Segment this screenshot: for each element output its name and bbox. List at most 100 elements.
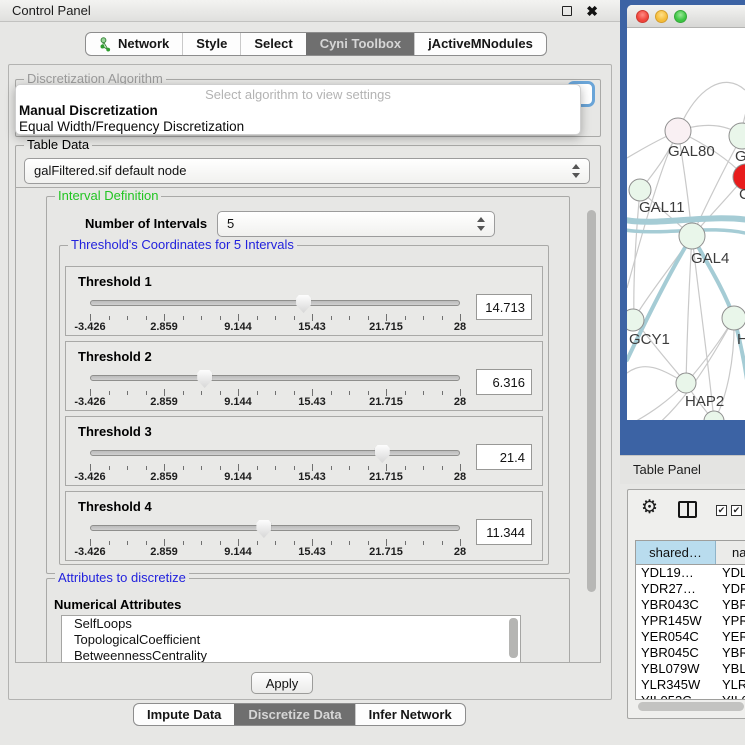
columns-icon[interactable] [678,501,697,518]
tab-jactivemnodules[interactable]: jActiveMNodules [414,33,546,55]
network-window-titlebar[interactable] [627,5,745,28]
network-edge-thick[interactable] [627,218,745,221]
attribute-list-item[interactable]: TopologicalCoefficient [62,632,520,648]
table-row[interactable]: YBR045CYBR0 [636,645,745,661]
tick-label: 2.859 [150,396,178,408]
checkbox-icon[interactable]: ✔ [716,505,727,516]
dropdown-option-equal-width-frequency[interactable]: Equal Width/Frequency Discretization [16,119,580,135]
table-data-combobox[interactable]: galFiltered.sif default node [24,158,590,184]
threshold-slider[interactable]: -3.4262.8599.14415.4321.71528 [90,367,460,405]
control-panel: Control Panel ✖ NetworkStyleSelectCyni T… [0,0,620,745]
network-node-g[interactable] [729,123,745,149]
tab-label: Cyni Toolbox [320,33,401,55]
node-attribute-table[interactable]: shared… na YDL19…YDL1YDR27…YDR2YBR043CYB… [635,540,745,700]
slider-track[interactable] [90,450,460,456]
number-of-intervals-combobox[interactable]: 5 [217,211,495,237]
table-row[interactable]: YIL052CYIL0 [636,693,745,700]
cell-name[interactable]: YDL1 [716,565,745,581]
cell-name[interactable]: YBL0 [716,661,745,677]
threshold-value-input[interactable] [476,294,532,320]
table-row[interactable]: YBL079WYBL0 [636,661,745,677]
slider-track[interactable] [90,300,460,306]
tick-mark [368,466,369,470]
tab-impute-data[interactable]: Impute Data [134,704,234,725]
tab-cyni-toolbox[interactable]: Cyni Toolbox [306,33,414,55]
slider-thumb[interactable] [296,295,311,313]
table-row[interactable]: YER054CYER0 [636,629,745,645]
cell-shared-name[interactable]: YBR043C [636,597,716,613]
tick-label: 15.43 [298,396,326,408]
slider-thumb[interactable] [197,370,212,388]
cell-shared-name[interactable]: YLR345W [636,677,716,693]
cell-shared-name[interactable]: YDR27… [636,581,716,597]
attribute-list-item[interactable]: BetweennessCentrality [62,648,520,663]
horizontal-scrollbar-thumb[interactable] [638,702,744,711]
cell-shared-name[interactable]: YBL079W [636,661,716,677]
tick-mark [423,316,424,320]
slider-track[interactable] [90,375,460,381]
tab-select[interactable]: Select [240,33,305,55]
tab-discretize-data[interactable]: Discretize Data [234,704,354,725]
table-row[interactable]: YDR27…YDR2 [636,581,745,597]
slider-thumb[interactable] [375,445,390,463]
threshold-value-input[interactable] [476,369,532,395]
cell-name[interactable]: YIL0 [716,693,745,700]
attribute-list-item[interactable]: SelfLoops [62,616,520,632]
table-row[interactable]: YLR345WYLR3 [636,677,745,693]
apply-button[interactable]: Apply [251,672,313,694]
cell-name[interactable]: YDR2 [716,581,745,597]
dropdown-option-manual-discretization[interactable]: Manual Discretization [16,103,580,119]
close-traffic-light-icon[interactable] [636,10,649,23]
cell-name[interactable]: YBR0 [716,597,745,613]
threshold-slider[interactable]: -3.4262.8599.14415.4321.71528 [90,442,460,480]
cell-name[interactable]: YPR1 [716,613,745,629]
list-scrollbar-thumb[interactable] [509,618,518,658]
column-header-shared-name[interactable]: shared… [636,541,716,564]
slider-thumb[interactable] [256,520,271,538]
gear-icon[interactable]: ⚙ [641,496,658,519]
table-row[interactable]: YPR145WYPR1 [636,613,745,629]
threshold-slider[interactable]: -3.4262.8599.14415.4321.71528 [90,517,460,555]
network-node-gal11[interactable] [629,179,651,201]
cell-name[interactable]: YLR3 [716,677,745,693]
tick-mark [183,541,184,545]
tab-infer-network[interactable]: Infer Network [355,704,465,725]
panel-scrollbar-thumb[interactable] [587,210,596,592]
cell-shared-name[interactable]: YBR045C [636,645,716,661]
number-of-intervals-value: 5 [227,216,234,231]
checkbox-icon[interactable]: ✔ [731,505,742,516]
network-edge-thick[interactable] [692,236,734,318]
column-header-name[interactable]: na [716,541,745,564]
cell-name[interactable]: YBR0 [716,645,745,661]
network-canvas[interactable]: GAL80GCGAL11GAL4GCY1HHAP2 [627,28,745,420]
numerical-attributes-list[interactable]: SelfLoopsTopologicalCoefficientBetweenne… [61,615,521,663]
node-label: GAL80 [668,143,715,160]
cell-name[interactable]: YER0 [716,629,745,645]
slider-track[interactable] [90,525,460,531]
table-row[interactable]: YBR043CYBR0 [636,597,745,613]
minimize-traffic-light-icon[interactable] [655,10,668,23]
tab-style[interactable]: Style [182,33,240,55]
network-node-gcy1[interactable] [627,309,644,331]
cell-shared-name[interactable]: YIL052C [636,693,716,700]
tick-label: 2.859 [150,546,178,558]
network-node-gal80[interactable] [665,118,691,144]
network-graph[interactable]: GAL80GCGAL11GAL4GCY1HHAP2 [627,28,745,420]
tab-network[interactable]: Network [86,33,182,55]
cell-shared-name[interactable]: YER054C [636,629,716,645]
tick-label: -3.426 [74,546,105,558]
network-node-gal4[interactable] [679,223,705,249]
table-row[interactable]: YDL19…YDL1 [636,565,745,581]
threshold-slider[interactable]: -3.4262.8599.14415.4321.71528 [90,292,460,330]
threshold-value-input[interactable] [476,519,532,545]
table-data-value: galFiltered.sif default node [34,163,186,178]
network-node-hap2[interactable] [676,373,696,393]
network-node-h[interactable] [722,306,745,330]
tick-mark [257,541,258,545]
cell-shared-name[interactable]: YDL19… [636,565,716,581]
zoom-traffic-light-icon[interactable] [674,10,687,23]
close-icon[interactable]: ✖ [586,1,598,22]
threshold-value-input[interactable] [476,444,532,470]
cell-shared-name[interactable]: YPR145W [636,613,716,629]
float-window-icon[interactable] [562,6,572,16]
